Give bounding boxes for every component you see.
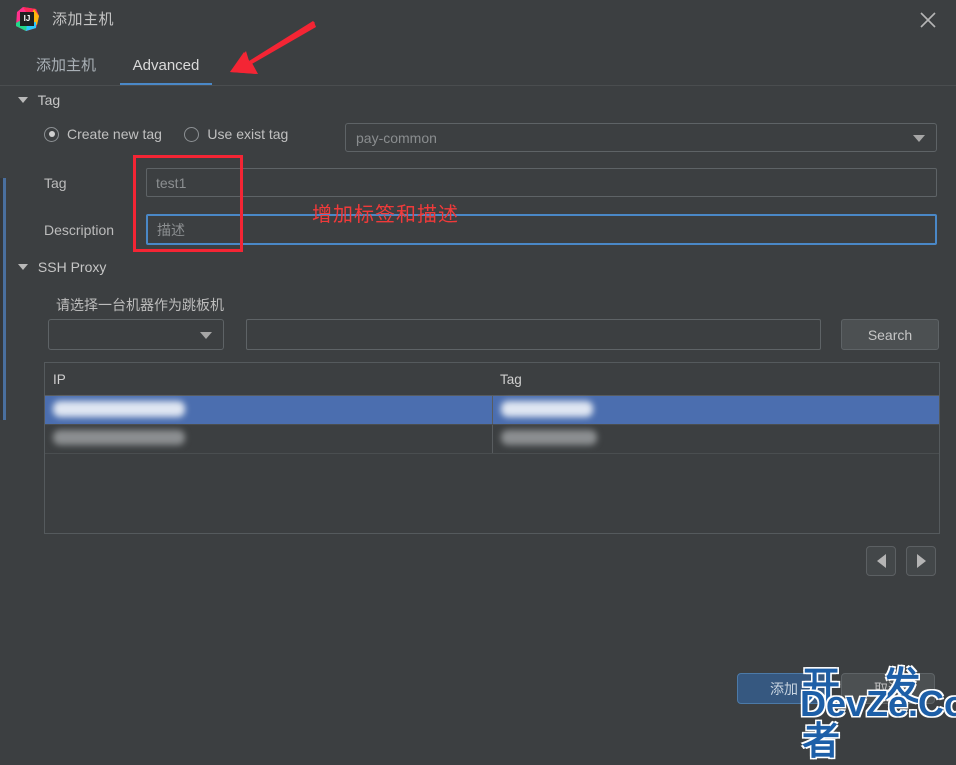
table-row[interactable] [45,425,939,454]
chevron-down-icon [18,264,28,270]
table-header-row: IP Tag [45,363,939,396]
background-window-accent-strip [3,178,6,420]
svg-text:IJ: IJ [24,14,31,23]
exist-tag-combo[interactable]: pay-common [345,123,937,152]
ssh-proxy-section-header[interactable]: SSH Proxy [18,259,106,275]
radio-use-exist-tag[interactable]: Use exist tag [184,126,288,142]
window-title: 添加主机 [52,11,115,28]
radio-use-exist-tag-label: Use exist tag [207,126,289,142]
tab-add-host-label: 添加主机 [35,57,96,74]
tab-add-host[interactable]: 添加主机 [24,46,108,86]
description-input[interactable] [146,214,937,245]
table-cell-ip-redacted [53,430,185,445]
cancel-button[interactable]: 取消 [841,673,935,704]
table-cell-ip-redacted [53,401,185,417]
chevron-down-icon [200,331,212,339]
table-cell-tag-redacted [501,430,597,445]
add-button[interactable]: 添加 [737,673,831,704]
watermark-line1: 开 发 者 [802,666,937,763]
tab-bar: 添加主机 Advanced [0,46,956,88]
radio-create-new-tag-dot [44,126,59,142]
table-header-ip[interactable]: IP [53,372,66,387]
tag-field-label: Tag [44,175,67,191]
column-separator [492,396,493,424]
ssh-proxy-hint: 请选择一台机器作为跳板机 [56,297,224,313]
table-cell-tag-redacted [501,401,593,417]
ssh-proxy-filter-combo[interactable] [48,319,224,350]
ssh-proxy-table: IP Tag [44,362,940,534]
add-host-dialog: IJ 添加主机 添加主机 Advanced Tag Create new tag [0,0,956,763]
ssh-proxy-section-title: SSH Proxy [37,259,107,275]
exist-tag-combo-value: pay-common [356,129,437,146]
pager-next-button[interactable] [906,546,936,576]
tab-bar-divider [0,85,956,86]
search-button-label: Search [867,326,913,343]
chevron-down-icon [913,134,925,142]
radio-create-new-tag-label: Create new tag [67,126,162,142]
add-button-label: 添加 [770,680,798,697]
close-icon[interactable] [916,8,940,32]
triangle-right-icon [916,554,926,568]
tag-section-title: Tag [37,92,61,108]
ssh-proxy-search-input[interactable] [246,319,821,350]
title-bar: IJ 添加主机 [0,0,956,38]
triangle-left-icon [876,554,886,568]
tag-input[interactable] [146,168,937,197]
tab-advanced[interactable]: Advanced [120,46,212,86]
search-button[interactable]: Search [841,319,939,350]
radio-use-exist-tag-dot [184,126,200,142]
tab-advanced-label: Advanced [132,57,200,74]
table-header-tag[interactable]: Tag [500,372,522,387]
radio-create-new-tag[interactable]: Create new tag [44,126,162,142]
table-row[interactable] [45,396,939,425]
description-field-label: Description [44,222,115,238]
chevron-down-icon [18,97,28,103]
tag-section-header[interactable]: Tag [18,92,60,108]
column-separator [492,425,493,453]
tag-mode-radio-group: Create new tag Use exist tag [44,126,306,148]
cancel-button-label: 取消 [874,680,902,697]
pager-prev-button[interactable] [866,546,896,576]
intellij-idea-icon: IJ [14,6,40,32]
